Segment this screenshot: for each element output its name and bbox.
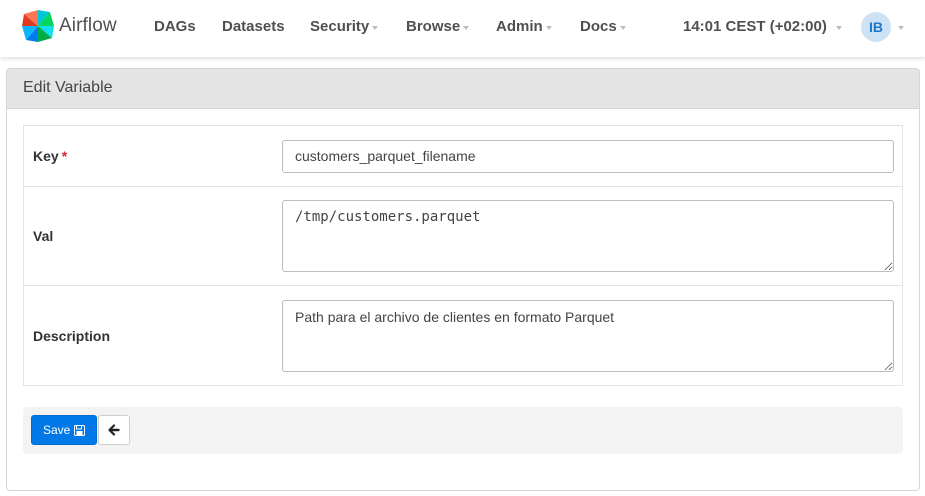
panel-title: Edit Variable [7, 69, 919, 109]
timezone-clock[interactable]: 14:01 CEST (+02:00) [683, 18, 842, 35]
caret-down-icon [545, 25, 552, 30]
description-label: Description [33, 327, 111, 344]
avatar: IB [861, 12, 891, 42]
save-label: Save [43, 423, 71, 437]
nav-browse[interactable]: Browse [406, 18, 470, 35]
description-input-cell: Path para el archivo de clientes en form… [273, 285, 903, 386]
required-marker: * [61, 148, 68, 164]
form-row-val: Val /tmp/customers.parquet [23, 186, 903, 286]
nav-admin[interactable]: Admin [496, 18, 552, 35]
back-button[interactable] [98, 415, 130, 445]
nav-docs[interactable]: Docs [580, 18, 626, 35]
caret-down-icon [463, 25, 470, 30]
nav-security[interactable]: Security [310, 18, 379, 35]
nav-label: Docs [580, 18, 617, 35]
key-label: Key [33, 148, 59, 164]
top-navbar: Airflow DAGs Datasets Security Browse Ad… [0, 0, 925, 57]
key-input[interactable] [282, 139, 894, 173]
key-input-cell [273, 126, 903, 187]
nav-label: Browse [406, 18, 461, 35]
nav-dags[interactable]: DAGs [154, 18, 196, 35]
caret-down-icon [898, 26, 904, 30]
val-label-cell: Val [23, 186, 273, 286]
description-textarea[interactable]: Path para el archivo de clientes en form… [282, 299, 894, 372]
variable-form: Key* Val /tmp/customers.parquet Descript… [23, 125, 903, 386]
caret-down-icon [835, 25, 842, 30]
save-button[interactable]: Save [31, 415, 98, 445]
nav-label: Admin [496, 18, 543, 35]
nav-datasets[interactable]: Datasets [222, 18, 285, 35]
arrow-left-icon [108, 424, 120, 436]
key-label-cell: Key * [24, 126, 274, 187]
floppy-disk-icon [74, 424, 86, 436]
nav-label: DAGs [154, 18, 196, 35]
val-label: Val [33, 228, 54, 244]
nav-label: Datasets [222, 18, 285, 35]
val-input-cell: /tmp/customers.parquet [273, 186, 903, 286]
description-label-cell: Description [23, 285, 273, 386]
form-row-description: Description Path para el archivo de clie… [23, 285, 903, 386]
nav-label: Security [310, 18, 370, 35]
brand-name: Airflow [59, 15, 117, 36]
form-row-key: Key * [24, 126, 903, 187]
airflow-logo-icon [22, 10, 54, 42]
caret-down-icon [372, 25, 379, 30]
val-textarea[interactable]: /tmp/customers.parquet [282, 200, 894, 272]
form-actions: Save [23, 407, 903, 454]
edit-variable-panel: Edit Variable Key* Val /tmp/customers.pa… [6, 68, 920, 491]
user-menu[interactable]: IB [861, 12, 904, 42]
airflow-brand[interactable]: Airflow [20, 8, 117, 44]
clock-text: 14:01 CEST (+02:00) [683, 18, 827, 35]
caret-down-icon [619, 25, 626, 30]
